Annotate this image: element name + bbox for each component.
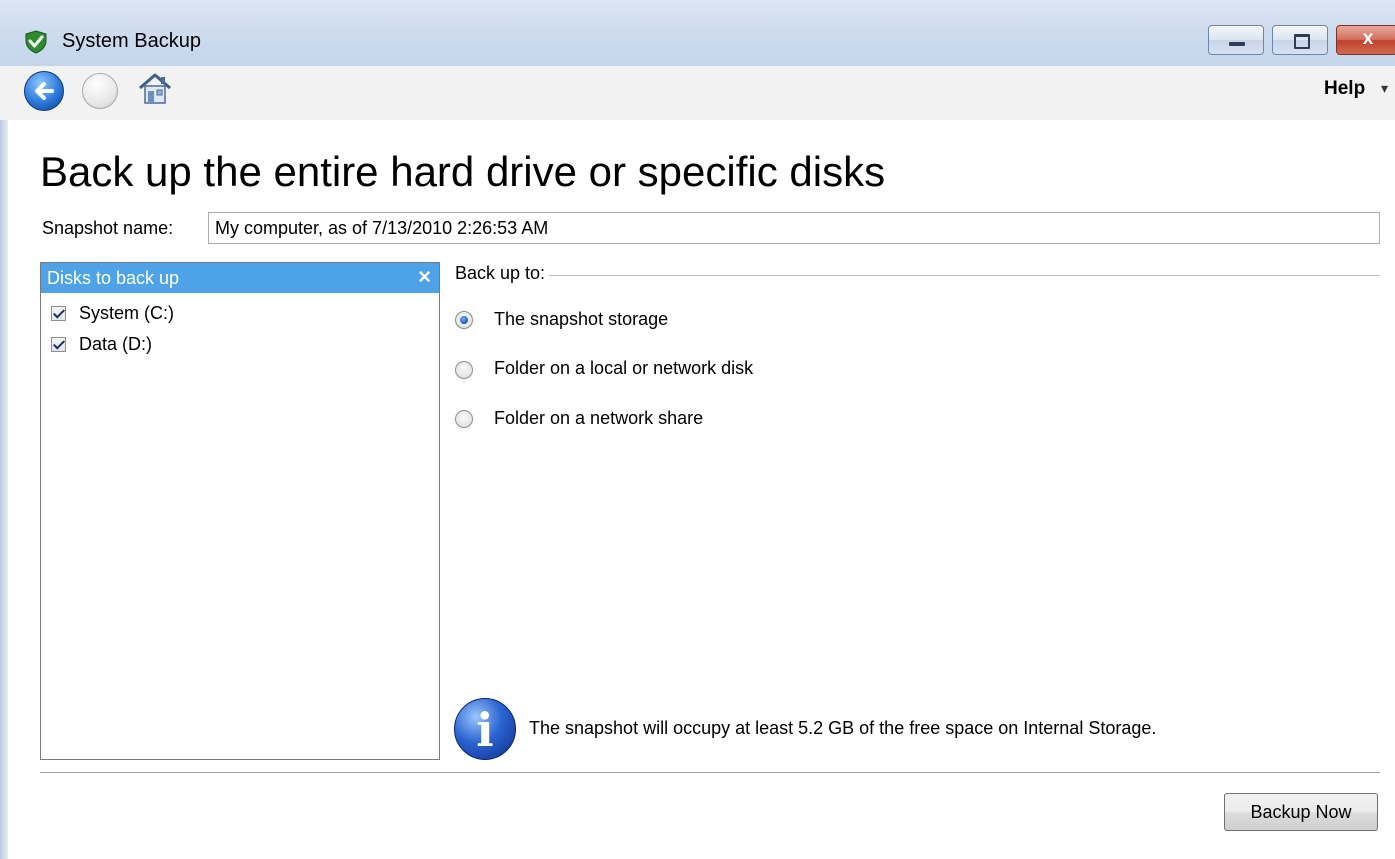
radio-local-network-disk[interactable]	[455, 361, 473, 379]
checkbox-data[interactable]	[51, 337, 66, 352]
back-arrow-icon	[35, 82, 54, 100]
info-icon-glyph: i	[476, 703, 494, 757]
title-bar: System Backup x	[0, 0, 1395, 66]
radio-label-local-network-disk[interactable]: Folder on a local or network disk	[494, 358, 753, 379]
close-button[interactable]: x	[1336, 25, 1395, 55]
window-left-border	[0, 120, 8, 859]
navigation-toolbar	[0, 66, 1395, 120]
help-menu[interactable]: Help	[1324, 78, 1365, 100]
minimize-icon	[1229, 42, 1245, 46]
snapshot-name-input[interactable]	[208, 212, 1380, 244]
backup-to-divider	[455, 275, 1380, 276]
back-button[interactable]	[24, 71, 64, 111]
disk-label: Data (D:)	[79, 334, 153, 354]
radio-network-share[interactable]	[455, 410, 473, 428]
backup-to-label: Back up to:	[455, 263, 550, 284]
home-icon[interactable]	[136, 70, 174, 108]
radio-label-snapshot-storage[interactable]: The snapshot storage	[494, 309, 668, 330]
shield-check-app-icon	[25, 30, 47, 54]
radio-snapshot-storage[interactable]	[455, 311, 473, 329]
close-panel-icon[interactable]: ×	[418, 264, 431, 290]
maximize-icon	[1294, 34, 1310, 49]
page-title: Back up the entire hard drive or specifi…	[40, 148, 886, 195]
chevron-down-icon[interactable]: ▾	[1381, 80, 1388, 97]
disk-label: System (C:)	[79, 303, 175, 323]
bottom-divider	[40, 772, 1380, 774]
forward-button[interactable]	[82, 73, 118, 109]
checkbox-system[interactable]	[51, 306, 66, 321]
snapshot-name-label: Snapshot name:	[42, 218, 174, 238]
disks-panel-header: Disks to back up ×	[41, 263, 439, 293]
disks-panel: Disks to back up × System (C:) Data (D:)	[40, 262, 440, 760]
info-icon: i	[454, 698, 516, 760]
radio-label-network-share[interactable]: Folder on a network share	[494, 408, 703, 429]
disks-panel-title: Disks to back up	[47, 268, 180, 288]
maximize-button[interactable]	[1272, 25, 1328, 55]
backup-now-button[interactable]: Backup Now	[1224, 793, 1378, 831]
info-message: The snapshot will occupy at least 5.2 GB…	[529, 718, 1157, 738]
close-icon: x	[1362, 28, 1374, 49]
window-title: System Backup	[62, 30, 201, 52]
minimize-button[interactable]	[1208, 25, 1264, 55]
